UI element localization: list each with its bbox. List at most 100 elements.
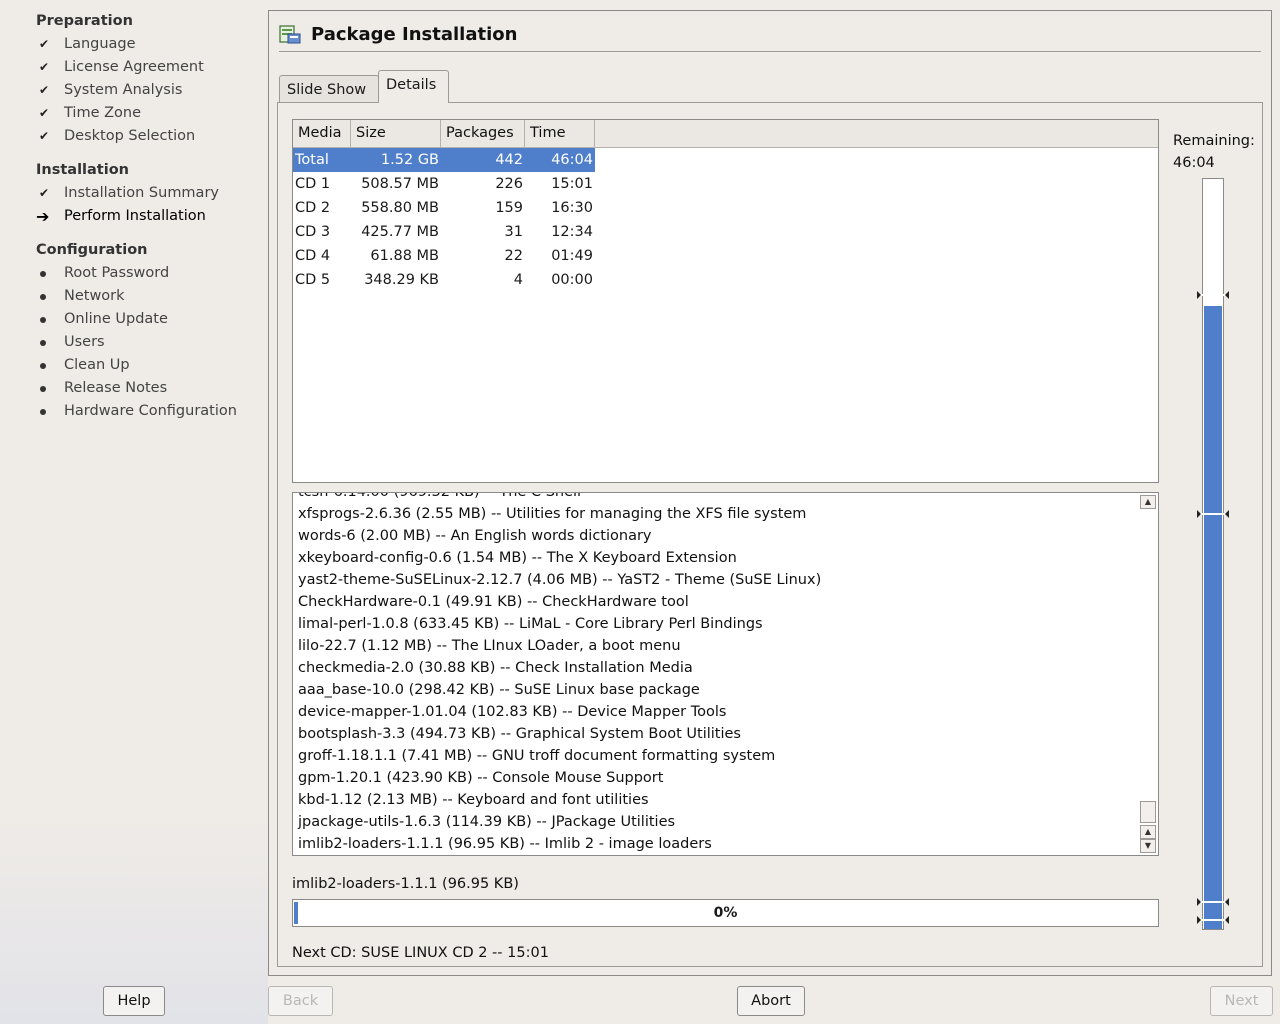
checkmark-icon: ✔ (38, 60, 50, 74)
checkmark-icon: ✔ (38, 186, 50, 200)
table-cell-packages: 22 (504, 248, 523, 264)
step-item-label: Time Zone (64, 105, 142, 121)
table-cell-size: 61.88 MB (370, 248, 439, 264)
step-item-label: License Agreement (64, 59, 204, 75)
column-header-size[interactable]: Size (351, 120, 441, 148)
step-item-label: Hardware Configuration (64, 403, 237, 419)
list-item: checkmedia-2.0 (30.88 KB) -- Check Insta… (298, 660, 693, 676)
remaining-progress-fill (1204, 306, 1222, 929)
table-row[interactable]: CD 5 348.29 KB 4 00:00 (293, 268, 1158, 292)
table-row[interactable]: CD 2 558.80 MB 159 16:30 (293, 196, 1158, 220)
step-item-label: Desktop Selection (64, 128, 196, 144)
table-cell-packages: 4 (513, 272, 523, 288)
abort-button[interactable]: Abort (737, 986, 805, 1016)
bullet-icon (40, 363, 46, 369)
scroll-up-icon[interactable]: ▲ (1140, 825, 1156, 839)
table-cell-size: 425.77 MB (361, 224, 439, 240)
list-item: aaa_base-10.0 (298.42 KB) -- SuSE Linux … (298, 682, 700, 698)
list-item: tcsh-6.14.00 (969.32 KB) -- The C Shell (298, 492, 582, 500)
table-cell-time: 46:04 (551, 152, 593, 168)
list-item: yast2-theme-SuSELinux-2.12.7 (4.06 MB) -… (298, 572, 822, 588)
step-item-users: Users (36, 331, 237, 354)
step-item-label: Clean Up (64, 357, 130, 373)
list-item: CheckHardware-0.1 (49.91 KB) -- CheckHar… (298, 594, 689, 610)
checkmark-icon: ✔ (38, 37, 50, 51)
remaining-caption: Remaining: (1173, 133, 1255, 149)
media-rows: Total 1.52 GB 442 46:04 CD 1 508.57 MB 226 15:0… (293, 148, 1158, 292)
next-button[interactable]: Next (1210, 986, 1273, 1016)
table-cell-media: CD 3 (295, 224, 331, 240)
checkmark-icon: ✔ (38, 83, 50, 97)
bullet-icon (40, 294, 46, 300)
scrollbar-thumb[interactable] (1140, 801, 1156, 823)
table-cell-size: 558.80 MB (361, 200, 439, 216)
table-cell-size: 508.57 MB (361, 176, 439, 192)
table-cell-media: CD 1 (295, 176, 331, 192)
step-item-online-update: Online Update (36, 308, 237, 331)
cd-boundary-marker (1197, 898, 1229, 906)
remaining-progress-bar (1197, 178, 1229, 930)
step-item-label: Users (64, 334, 105, 350)
step-item-network: Network (36, 285, 237, 308)
main-panel: Package Installation Slide Show Details … (268, 10, 1272, 976)
bullet-icon (40, 340, 46, 346)
step-item-time-zone: ✔ Time Zone (36, 102, 204, 125)
step-item-perform-installation: ➔ Perform Installation (36, 205, 219, 228)
step-item-language: ✔ Language (36, 33, 204, 56)
bullet-icon (40, 409, 46, 415)
list-item: bootsplash-3.3 (494.73 KB) -- Graphical … (298, 726, 741, 742)
table-cell-packages: 442 (495, 152, 523, 168)
column-header-packages[interactable]: Packages (441, 120, 525, 148)
list-item: groff-1.18.1.1 (7.41 MB) -- GNU troff do… (298, 748, 776, 764)
step-item-label: System Analysis (64, 82, 183, 98)
back-button[interactable]: Back (268, 986, 333, 1016)
tab-details[interactable]: Details (378, 70, 449, 103)
table-row[interactable]: Total 1.52 GB 442 46:04 (293, 148, 595, 172)
title-separator (279, 51, 1261, 52)
cd-boundary-marker (1197, 916, 1229, 924)
current-package-label: imlib2-loaders-1.1.1 (96.95 KB) (292, 876, 519, 892)
table-cell-packages: 159 (495, 200, 523, 216)
list-item: lilo-22.7 (1.12 MB) -- The LInux LOader,… (298, 638, 681, 654)
table-row[interactable]: CD 3 425.77 MB 31 12:34 (293, 220, 1158, 244)
package-progress-label: 0% (713, 905, 738, 921)
column-header-filler (595, 120, 1158, 148)
table-cell-time: 01:49 (551, 248, 593, 264)
step-item-label: Root Password (64, 265, 170, 281)
table-cell-media: CD 5 (295, 272, 331, 288)
checkmark-icon: ✔ (38, 129, 50, 143)
step-item-clean-up: Clean Up (36, 354, 237, 377)
log-scrollbar[interactable]: ▲ ▲ ▼ (1140, 495, 1156, 853)
step-item-label: Installation Summary (64, 185, 219, 201)
step-section-heading: Installation (36, 162, 129, 178)
cd-boundary-marker (1197, 291, 1229, 299)
bullet-icon (40, 271, 46, 277)
bullet-icon (40, 317, 46, 323)
package-progress-bar: 0% (292, 899, 1159, 927)
step-item-installation-summary: ✔ Installation Summary (36, 182, 219, 205)
column-header-time[interactable]: Time (525, 120, 595, 148)
step-section-heading: Configuration (36, 242, 148, 258)
table-row[interactable]: CD 1 508.57 MB 226 15:01 (293, 172, 1158, 196)
step-item-license-agreement: ✔ License Agreement (36, 56, 204, 79)
list-item: gpm-1.20.1 (423.90 KB) -- Console Mouse … (298, 770, 664, 786)
scroll-up-icon[interactable]: ▲ (1140, 495, 1156, 509)
table-row[interactable]: CD 4 61.88 MB 22 01:49 (293, 244, 1158, 268)
step-item-label: Online Update (64, 311, 168, 327)
media-table[interactable]: Media Size Packages Time Total 1.52 GB 442… (292, 119, 1159, 483)
help-button[interactable]: Help (103, 986, 165, 1016)
title-row: Package Installation (279, 17, 517, 51)
table-cell-size: 348.29 KB (364, 272, 439, 288)
installation-log[interactable]: tcsh-6.14.00 (969.32 KB) -- The C Shell x… (292, 492, 1159, 856)
scroll-down-icon[interactable]: ▼ (1140, 839, 1156, 853)
list-item: xkeyboard-config-0.6 (1.54 MB) -- The X … (298, 550, 737, 566)
step-section-configuration: Configuration Root Password Network Online … (36, 239, 237, 423)
step-item-desktop-selection: ✔ Desktop Selection (36, 125, 204, 148)
column-header-media[interactable]: Media (293, 120, 351, 148)
table-cell-time: 12:34 (551, 224, 593, 240)
remaining-time: 46:04 (1173, 155, 1215, 171)
list-item: imlib2-loaders-1.1.1 (96.95 KB) -- Imlib… (298, 836, 712, 852)
tab-slide-show[interactable]: Slide Show (279, 75, 379, 103)
list-item: device-mapper-1.01.04 (102.83 KB) -- Dev… (298, 704, 727, 720)
table-cell-packages: 31 (504, 224, 523, 240)
